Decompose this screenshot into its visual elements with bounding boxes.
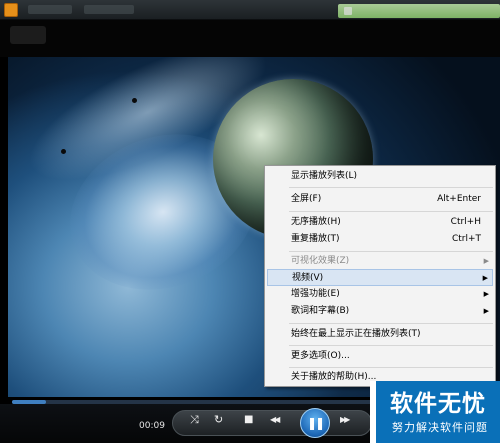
context-menu: 显示播放列表(L) 全屏(F) Alt+Enter 无序播放(H) Ctrl+H…: [264, 165, 496, 387]
watermark-logo: 软件无忧 努力解决软件问题: [370, 381, 500, 443]
menu-separator: [289, 323, 493, 324]
menu-item-label: 歌词和字幕(B): [291, 306, 350, 316]
menu-item-shortcut: Ctrl+T: [451, 234, 481, 244]
menu-item-show-playlist[interactable]: 显示播放列表(L): [267, 168, 493, 185]
menu-item-shortcut: Ctrl+H: [450, 217, 481, 227]
moon-dot: [61, 149, 66, 154]
watermark-title: 软件无忧: [390, 391, 486, 417]
title-blur: [28, 5, 72, 14]
menu-separator: [289, 211, 493, 212]
menu-item-label: 始终在最上显示正在播放列表(T): [291, 329, 421, 339]
menu-item-label: 更多选项(O)...: [291, 351, 350, 361]
menu-item-more-options[interactable]: 更多选项(O)...: [267, 348, 493, 365]
shuffle-icon[interactable]: ⤨: [190, 414, 199, 426]
menu-item-label: 显示播放列表(L): [291, 171, 358, 181]
player-app-icon[interactable]: [4, 3, 18, 17]
moon-dot: [132, 98, 137, 103]
submenu-arrow-icon: ▶: [483, 290, 489, 298]
blurred-overlay: [10, 26, 46, 44]
video-top-letterbox: [0, 20, 500, 57]
tab-highlight[interactable]: [338, 4, 500, 18]
menu-item-enhancements[interactable]: 增强功能(E) ▶: [267, 286, 493, 303]
menu-item-label: 重复播放(T): [291, 234, 340, 244]
time-display: 00:09: [139, 421, 165, 431]
menu-separator: [289, 251, 493, 252]
menu-item-label: 增强功能(E): [291, 289, 340, 299]
menu-item-label: 可视化效果(Z): [291, 256, 350, 266]
repeat-icon[interactable]: ↻: [214, 414, 223, 426]
menu-item-always-on-top[interactable]: 始终在最上显示正在播放列表(T): [267, 326, 493, 343]
menu-item-lyrics-subtitles[interactable]: 歌词和字幕(B) ▶: [267, 303, 493, 320]
title-bar: [0, 0, 500, 20]
pause-glyph: ❚❚: [306, 416, 325, 430]
menu-item-fullscreen[interactable]: 全屏(F) Alt+Enter: [267, 191, 493, 208]
watermark: 软件无忧 努力解决软件问题: [370, 381, 500, 443]
watermark-subtitle: 努力解决软件问题: [392, 421, 488, 434]
menu-item-label: 视频(V): [292, 273, 324, 283]
menu-item-visualizations[interactable]: 可视化效果(Z) ▶: [267, 253, 493, 270]
menu-separator: [289, 345, 493, 346]
submenu-arrow-icon: ▶: [483, 257, 489, 265]
pause-icon[interactable]: ❚❚: [300, 408, 330, 438]
menu-item-video[interactable]: 视频(V) ▶: [267, 269, 493, 286]
menu-item-label: 无序播放(H): [291, 217, 341, 227]
menu-item-label: 全屏(F): [291, 194, 322, 204]
menu-item-shuffle[interactable]: 无序播放(H) Ctrl+H: [267, 214, 493, 231]
submenu-arrow-icon: ▶: [482, 274, 488, 282]
menu-item-repeat[interactable]: 重复播放(T) Ctrl+T: [267, 231, 493, 248]
menu-item-label: 关于播放的帮助(H)...: [291, 372, 377, 382]
menu-separator: [289, 367, 493, 368]
stop-icon[interactable]: ■: [244, 414, 253, 426]
menu-item-shortcut: Alt+Enter: [437, 194, 481, 204]
fast-forward-icon[interactable]: ▶▶: [340, 414, 350, 426]
rewind-icon[interactable]: ◀◀: [270, 414, 280, 426]
title-blur: [84, 5, 134, 14]
menu-separator: [289, 187, 493, 188]
submenu-arrow-icon: ▶: [483, 307, 489, 315]
